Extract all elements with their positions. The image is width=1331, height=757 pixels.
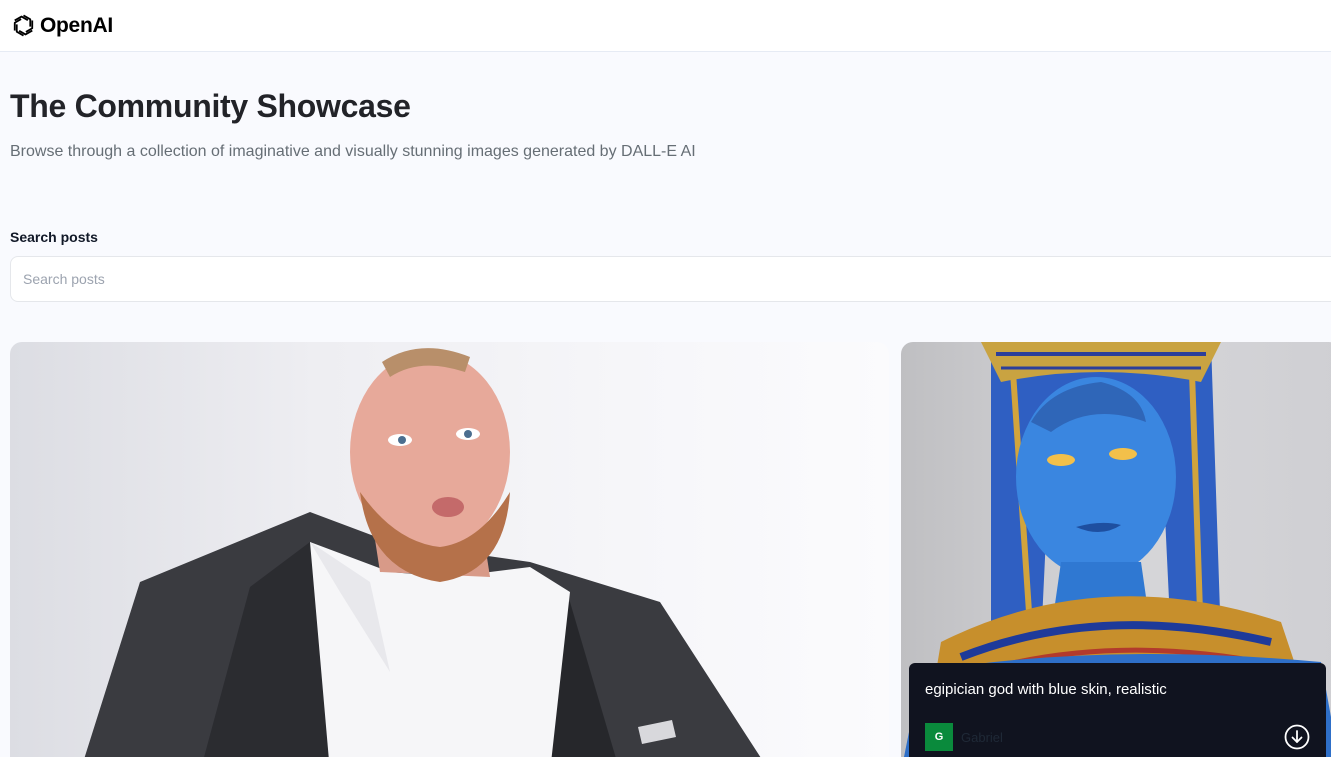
post-card[interactable]: egipician god with blue skin, realistic … bbox=[901, 342, 1331, 757]
post-prompt: egipician god with blue skin, realistic bbox=[925, 681, 1167, 698]
page-subtitle: Browse through a collection of imaginati… bbox=[10, 143, 696, 160]
post-image bbox=[84, 348, 761, 757]
download-icon[interactable] bbox=[1284, 724, 1310, 750]
search-label: Search posts bbox=[10, 229, 98, 245]
post-card[interactable] bbox=[10, 342, 889, 757]
author-row: G Gabriel bbox=[925, 723, 1310, 751]
avatar: G bbox=[925, 723, 953, 751]
openai-knot-icon bbox=[13, 14, 34, 37]
top-header: OpenAI bbox=[0, 0, 1331, 52]
post-overlay: egipician god with blue skin, realistic … bbox=[909, 663, 1326, 757]
page-title: The Community Showcase bbox=[10, 88, 411, 124]
openai-logo[interactable]: OpenAI bbox=[10, 12, 113, 39]
author-info: G Gabriel bbox=[925, 723, 1003, 751]
author-name: Gabriel bbox=[961, 729, 1003, 745]
search-input[interactable] bbox=[10, 256, 1331, 302]
logo-text: OpenAI bbox=[40, 13, 113, 37]
